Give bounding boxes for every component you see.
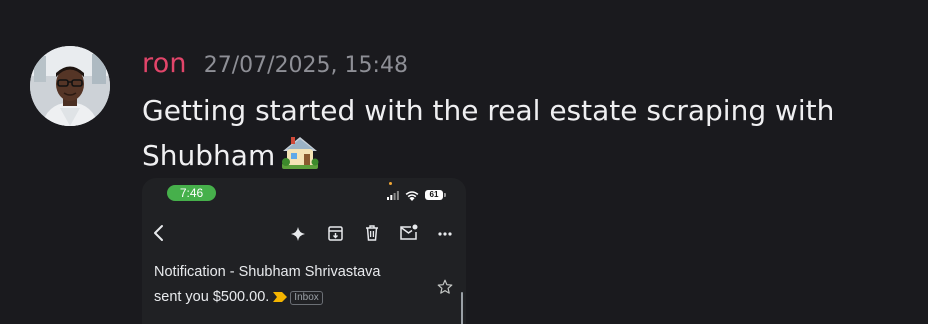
more-options-icon[interactable] [438, 232, 452, 236]
battery-indicator: 61 [425, 190, 443, 200]
email-subject-line-2: sent you $500.00. [154, 289, 270, 305]
chat-message: ron 27/07/2025, 15:48 Getting started wi… [0, 0, 928, 324]
house-with-garden-icon [281, 134, 319, 183]
star-icon[interactable] [437, 279, 453, 295]
inbox-label[interactable]: Inbox [290, 291, 323, 305]
delete-icon[interactable] [365, 225, 379, 241]
image-attachment[interactable]: 7:46 61 Notification - Shubham Shrivasta… [142, 178, 466, 324]
privacy-indicator-dot [389, 182, 392, 185]
scrollbar[interactable] [461, 292, 463, 324]
wifi-icon [405, 191, 419, 201]
mark-unread-icon[interactable] [400, 224, 418, 240]
archive-icon[interactable] [328, 226, 343, 241]
email-subject-line-2-row: sent you $500.00. Inbox [154, 285, 434, 311]
sparkle-icon[interactable] [291, 227, 305, 241]
message-header: ron 27/07/2025, 15:48 [142, 48, 408, 79]
username[interactable]: ron [142, 48, 187, 79]
timestamp: 27/07/2025, 15:48 [203, 53, 408, 78]
avatar[interactable] [30, 46, 110, 126]
cellular-signal-icon [387, 191, 399, 200]
email-subject: Notification - Shubham Shrivastava sent … [154, 260, 434, 311]
back-arrow-icon[interactable] [152, 224, 166, 242]
message-content: Getting started with the real estate scr… [142, 88, 842, 183]
battery-tip [444, 193, 446, 197]
status-bar-time: 7:46 [167, 185, 216, 201]
email-subject-line-1: Notification - Shubham Shrivastava [154, 264, 381, 280]
importance-marker-icon[interactable] [273, 286, 288, 311]
message-text: Getting started with the real estate scr… [142, 94, 835, 172]
